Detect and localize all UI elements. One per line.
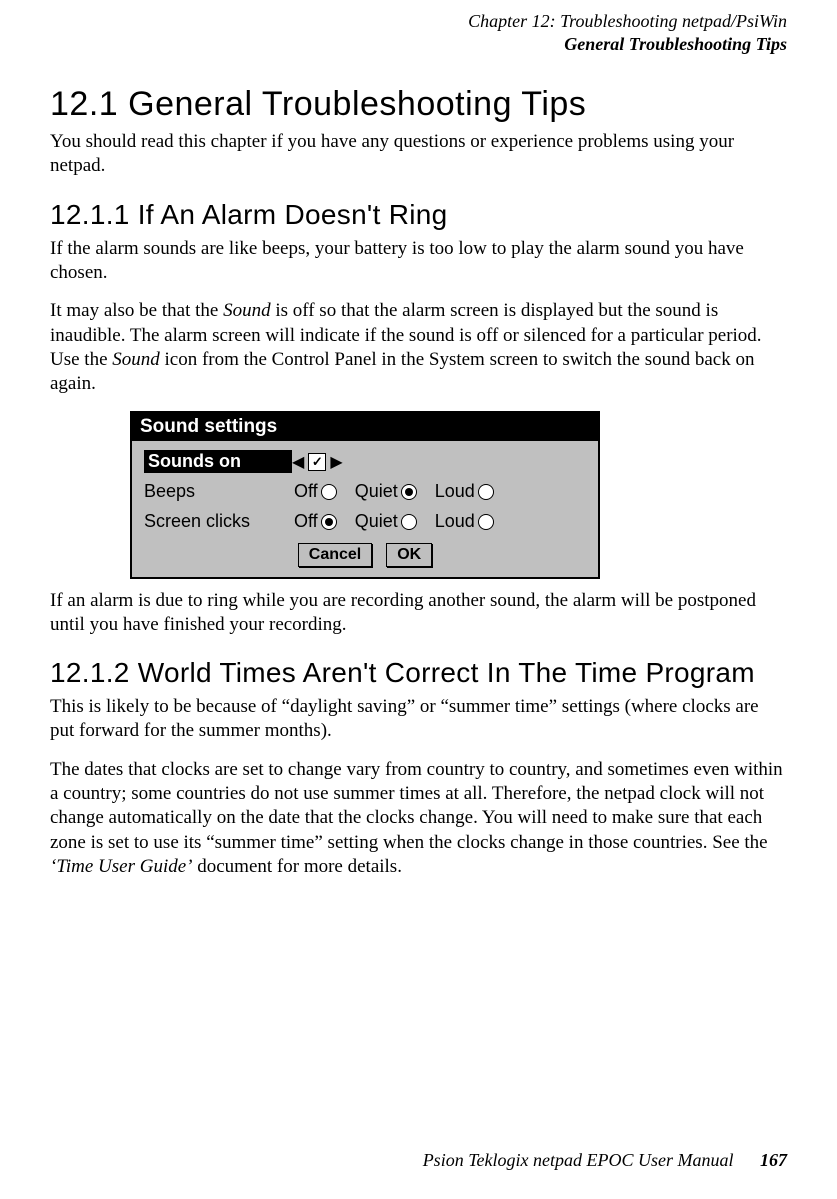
radio-icon: [401, 484, 417, 500]
beeps-loud[interactable]: Loud: [435, 481, 494, 502]
sounds-on-checkbox[interactable]: ✓: [308, 453, 326, 471]
clicks-label: Screen clicks: [144, 511, 294, 532]
header-chapter: Chapter 12: Troubleshooting netpad/PsiWi…: [50, 10, 787, 33]
arrow-left-icon[interactable]: ◀: [292, 452, 304, 472]
arrow-right-icon[interactable]: ▶: [330, 452, 342, 472]
dialog-title: Sound settings: [132, 413, 598, 441]
dialog-buttons: Cancel OK: [144, 537, 586, 567]
cancel-button[interactable]: Cancel: [298, 543, 372, 567]
para-12-1-1-c: If an alarm is due to ring while you are…: [50, 589, 787, 638]
para-12-1-1-a: If the alarm sounds are like beeps, your…: [50, 237, 787, 286]
page-header: Chapter 12: Troubleshooting netpad/PsiWi…: [50, 10, 787, 55]
clicks-off[interactable]: Off: [294, 511, 337, 532]
row-clicks: Screen clicks Off Quiet Loud: [144, 507, 586, 537]
sounds-on-label[interactable]: Sounds on: [144, 450, 292, 473]
para-12-1-2-a: This is likely to be because of “dayligh…: [50, 695, 787, 744]
opt-label: Off: [294, 481, 318, 502]
ok-button[interactable]: OK: [386, 543, 432, 567]
sounds-on-arrows: ◀ ✓ ▶: [292, 452, 367, 472]
text-italic: Sound: [112, 349, 160, 370]
opt-label: Quiet: [355, 481, 398, 502]
para-12-1-intro: You should read this chapter if you have…: [50, 130, 787, 179]
opt-label: Loud: [435, 511, 475, 532]
radio-icon: [478, 484, 494, 500]
text-italic: ‘Time User Guide’: [50, 856, 192, 877]
heading-12-1-1: 12.1.1 If An Alarm Doesn't Ring: [50, 199, 787, 231]
page-number: 167: [760, 1150, 787, 1170]
clicks-loud[interactable]: Loud: [435, 511, 494, 532]
opt-label: Loud: [435, 481, 475, 502]
text-frag: The dates that clocks are set to change …: [50, 759, 783, 853]
beeps-label: Beeps: [144, 481, 294, 502]
heading-12-1: 12.1 General Troubleshooting Tips: [50, 85, 787, 124]
footer-text: Psion Teklogix netpad EPOC User Manual: [423, 1150, 734, 1170]
opt-label: Quiet: [355, 511, 398, 532]
dialog-body: Sounds on ◀ ✓ ▶ Beeps Off Quiet Loud Scr…: [132, 441, 598, 577]
radio-icon: [478, 514, 494, 530]
beeps-options: Off Quiet Loud: [294, 481, 586, 502]
text-frag: document for more details.: [192, 856, 401, 877]
para-12-1-2-b: The dates that clocks are set to change …: [50, 758, 787, 880]
radio-icon: [401, 514, 417, 530]
clicks-quiet[interactable]: Quiet: [355, 511, 417, 532]
text-italic: Sound: [223, 300, 271, 321]
clicks-options: Off Quiet Loud: [294, 511, 586, 532]
heading-12-1-2: 12.1.2 World Times Aren't Correct In The…: [50, 657, 787, 689]
beeps-off[interactable]: Off: [294, 481, 337, 502]
page-footer: Psion Teklogix netpad EPOC User Manual 1…: [423, 1150, 787, 1171]
radio-icon: [321, 514, 337, 530]
sound-settings-dialog: Sound settings Sounds on ◀ ✓ ▶ Beeps Off…: [130, 411, 600, 579]
row-beeps: Beeps Off Quiet Loud: [144, 477, 586, 507]
opt-label: Off: [294, 511, 318, 532]
para-12-1-1-b: It may also be that the Sound is off so …: [50, 299, 787, 396]
text-frag: It may also be that the: [50, 300, 223, 321]
row-sounds-on: Sounds on ◀ ✓ ▶: [144, 447, 586, 477]
beeps-quiet[interactable]: Quiet: [355, 481, 417, 502]
radio-icon: [321, 484, 337, 500]
header-section: General Troubleshooting Tips: [50, 33, 787, 56]
